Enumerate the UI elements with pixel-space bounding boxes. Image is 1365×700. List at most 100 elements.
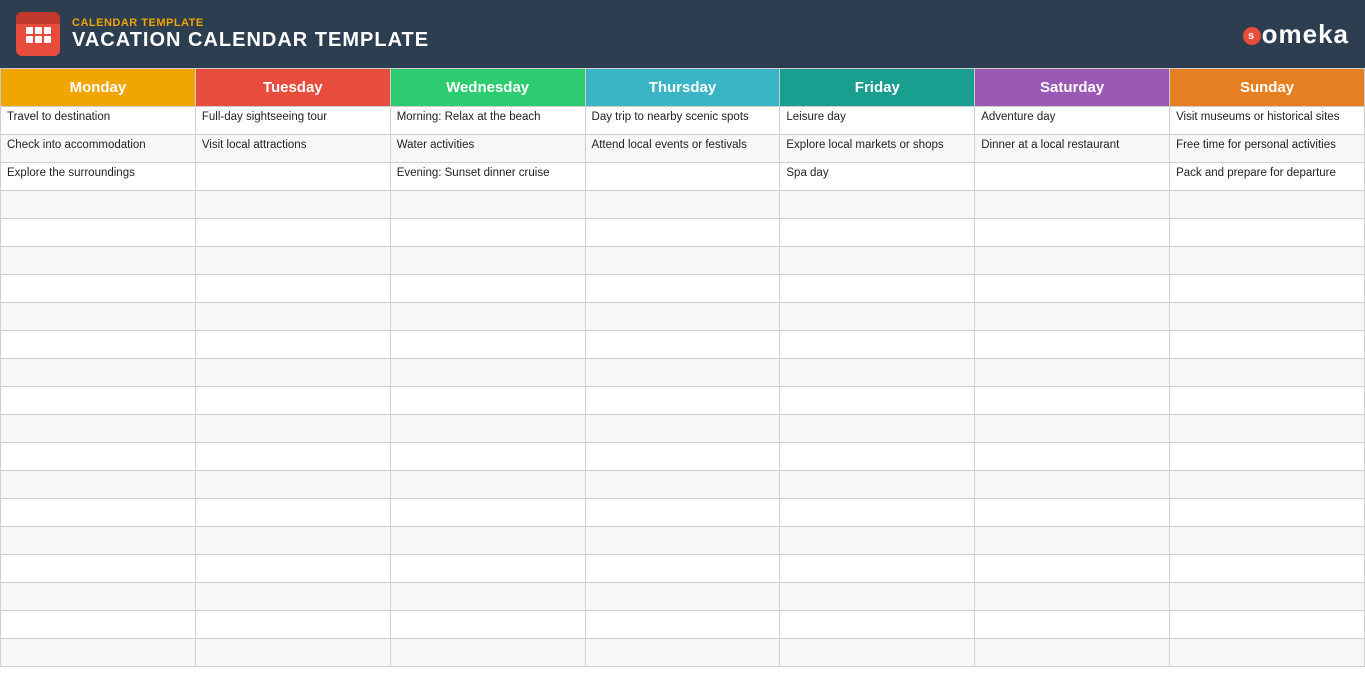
cell-content: [202, 419, 384, 437]
cell-content: [397, 503, 579, 521]
cell-r16-c1: [195, 555, 390, 583]
cell-r1-c3: Attend local events or festivals: [585, 135, 780, 163]
table-row: [1, 387, 1365, 415]
cell-r18-c2: [390, 611, 585, 639]
cell-content: [202, 335, 384, 353]
cell-content: [786, 531, 968, 549]
cell-r0-c5: Adventure day: [975, 107, 1170, 135]
cell-r12-c6: [1170, 443, 1365, 471]
cell-content: [981, 559, 1163, 577]
cell-content: [981, 251, 1163, 269]
cell-r19-c6: [1170, 639, 1365, 667]
cell-content: Travel to destination: [7, 111, 189, 129]
cell-r5-c5: [975, 247, 1170, 275]
cell-content: [981, 615, 1163, 633]
cell-r12-c0: [1, 443, 196, 471]
cell-r0-c3: Day trip to nearby scenic spots: [585, 107, 780, 135]
cell-r2-c4: Spa day: [780, 163, 975, 191]
cell-r14-c2: [390, 499, 585, 527]
cell-content: [397, 615, 579, 633]
logo: someka: [1243, 19, 1349, 50]
cell-r12-c1: [195, 443, 390, 471]
cell-r8-c4: [780, 331, 975, 359]
cell-content: [786, 223, 968, 241]
cell-content: [7, 503, 189, 521]
cell-content: [786, 475, 968, 493]
table-row: [1, 415, 1365, 443]
cell-content: [7, 363, 189, 381]
cell-r14-c4: [780, 499, 975, 527]
cell-content: [7, 419, 189, 437]
cell-r13-c6: [1170, 471, 1365, 499]
cell-content: [397, 419, 579, 437]
cell-content: [202, 615, 384, 633]
cell-content: Free time for personal activities: [1176, 139, 1358, 157]
cell-r7-c6: [1170, 303, 1365, 331]
cell-r8-c6: [1170, 331, 1365, 359]
cell-r14-c0: [1, 499, 196, 527]
cell-content: Water activities: [397, 139, 579, 157]
cell-content: [397, 279, 579, 297]
cell-r4-c6: [1170, 219, 1365, 247]
cell-r7-c4: [780, 303, 975, 331]
cell-content: [7, 559, 189, 577]
cell-content: [786, 307, 968, 325]
cell-r19-c5: [975, 639, 1170, 667]
cell-r10-c6: [1170, 387, 1365, 415]
column-header-wednesday: Wednesday: [390, 69, 585, 107]
cell-content: [397, 531, 579, 549]
cell-content: [981, 447, 1163, 465]
cell-content: [7, 307, 189, 325]
table-row: [1, 275, 1365, 303]
cell-r1-c6: Free time for personal activities: [1170, 135, 1365, 163]
cell-r9-c0: [1, 359, 196, 387]
cell-content: [786, 419, 968, 437]
cell-r1-c5: Dinner at a local restaurant: [975, 135, 1170, 163]
cell-content: [981, 419, 1163, 437]
calendar-table: MondayTuesdayWednesdayThursdayFridaySatu…: [0, 68, 1365, 667]
cell-content: [202, 475, 384, 493]
cell-r19-c1: [195, 639, 390, 667]
cell-r4-c1: [195, 219, 390, 247]
cell-content: [981, 279, 1163, 297]
cell-r18-c6: [1170, 611, 1365, 639]
cell-content: [592, 419, 774, 437]
cell-content: [397, 587, 579, 605]
cell-r7-c5: [975, 303, 1170, 331]
table-row: [1, 443, 1365, 471]
cell-r18-c3: [585, 611, 780, 639]
cell-content: [397, 363, 579, 381]
cell-r15-c6: [1170, 527, 1365, 555]
cell-content: Leisure day: [786, 111, 968, 129]
table-row: Check into accommodationVisit local attr…: [1, 135, 1365, 163]
cell-content: [592, 559, 774, 577]
cell-content: [202, 223, 384, 241]
cell-content: [592, 307, 774, 325]
cell-content: [1176, 587, 1358, 605]
cell-r15-c3: [585, 527, 780, 555]
cell-content: [592, 447, 774, 465]
cell-content: [592, 615, 774, 633]
cell-r9-c6: [1170, 359, 1365, 387]
cell-content: [1176, 419, 1358, 437]
cell-r6-c5: [975, 275, 1170, 303]
cell-content: [202, 559, 384, 577]
cell-content: [1176, 559, 1358, 577]
cell-r17-c0: [1, 583, 196, 611]
column-header-saturday: Saturday: [975, 69, 1170, 107]
cell-content: Spa day: [786, 167, 968, 185]
cell-content: [1176, 503, 1358, 521]
cell-r3-c4: [780, 191, 975, 219]
cell-r5-c2: [390, 247, 585, 275]
cell-content: [7, 615, 189, 633]
header: CALENDAR TEMPLATE VACATION CALENDAR TEMP…: [0, 0, 1365, 68]
cell-content: Visit local attractions: [202, 139, 384, 157]
cell-content: [786, 335, 968, 353]
cell-r0-c4: Leisure day: [780, 107, 975, 135]
cell-content: Explore local markets or shops: [786, 139, 968, 157]
cell-content: [397, 475, 579, 493]
cell-r11-c6: [1170, 415, 1365, 443]
table-row: [1, 611, 1365, 639]
cell-content: [786, 363, 968, 381]
cell-content: [7, 643, 189, 661]
